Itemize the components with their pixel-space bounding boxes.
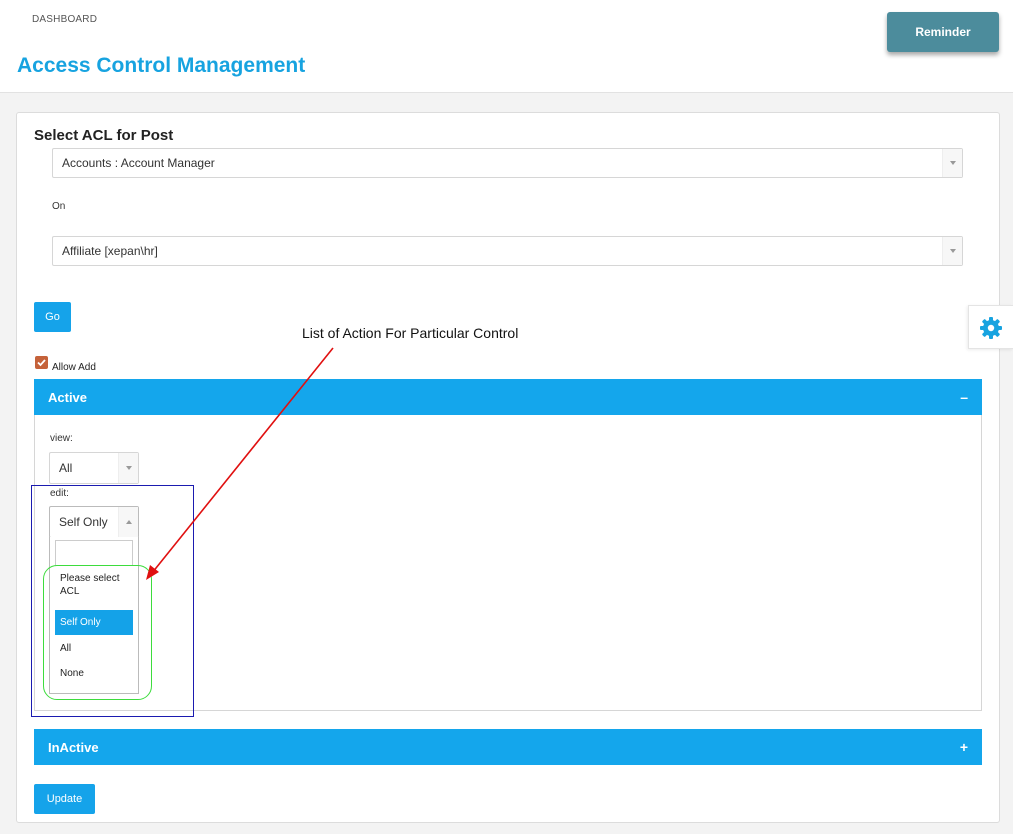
caret-down-icon <box>950 249 956 253</box>
section-title: Select ACL for Post <box>34 127 174 144</box>
settings-tab[interactable] <box>968 305 1013 349</box>
model-select-value: Affiliate [xepan\hr] <box>62 244 158 258</box>
annotation-options-box <box>43 565 152 700</box>
annotation-text: List of Action For Particular Control <box>302 325 519 341</box>
accordion-inactive-label: InActive <box>48 740 99 755</box>
reminder-button[interactable]: Reminder <box>887 12 999 52</box>
update-button[interactable]: Update <box>34 784 95 814</box>
collapse-icon[interactable]: – <box>960 389 968 405</box>
on-label: On <box>52 201 66 212</box>
model-select-arrow <box>942 237 962 265</box>
caret-down-icon <box>126 466 132 470</box>
accordion-active-label: Active <box>48 390 88 405</box>
page-title: Access Control Management <box>17 54 306 77</box>
checkmark-icon <box>37 359 46 367</box>
expand-icon[interactable]: + <box>960 739 968 755</box>
allow-add-label: Allow Add <box>52 362 96 373</box>
model-select[interactable]: Affiliate [xepan\hr] <box>52 236 963 266</box>
caret-down-icon <box>950 161 956 165</box>
go-button[interactable]: Go <box>34 302 71 332</box>
allow-add-checkbox[interactable] <box>35 356 48 369</box>
view-select-value: All <box>59 461 73 475</box>
page-header: DASHBOARD Access Control Management Remi… <box>0 0 1013 93</box>
post-select[interactable]: Accounts : Account Manager <box>52 148 963 178</box>
breadcrumb[interactable]: DASHBOARD <box>32 14 97 25</box>
view-select-arrow <box>118 453 138 483</box>
post-select-arrow <box>942 149 962 177</box>
gear-icon <box>980 317 1002 339</box>
view-select[interactable]: All <box>49 452 139 484</box>
accordion-active-header[interactable]: Active – <box>34 379 982 415</box>
view-label: view: <box>50 433 73 444</box>
accordion-inactive-header[interactable]: InActive + <box>34 729 982 765</box>
post-select-value: Accounts : Account Manager <box>62 156 215 170</box>
